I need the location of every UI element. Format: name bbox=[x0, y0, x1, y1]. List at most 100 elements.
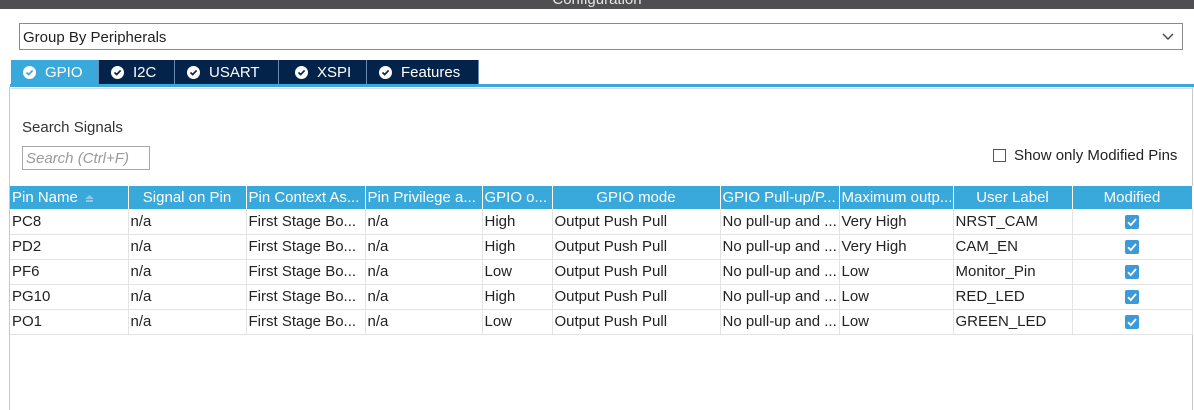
cell-signal: n/a bbox=[128, 209, 247, 235]
cell-modified[interactable] bbox=[1072, 309, 1193, 335]
cell-mode: Output Push Pull bbox=[552, 284, 721, 310]
cell-output: High bbox=[482, 284, 553, 310]
window-title-bar: Configuration bbox=[0, 0, 1194, 9]
cell-privilege: n/a bbox=[365, 234, 483, 260]
column-header-modified[interactable]: Modified bbox=[1072, 186, 1193, 209]
cell-signal: n/a bbox=[128, 284, 247, 310]
cell-signal: n/a bbox=[128, 309, 247, 335]
cell-output: Low bbox=[482, 259, 553, 285]
cell-output: High bbox=[482, 209, 553, 235]
cell-signal: n/a bbox=[128, 234, 247, 260]
panel-border bbox=[9, 88, 1193, 89]
tab-i2c[interactable]: I2C bbox=[99, 60, 175, 85]
table-row[interactable]: PD2 n/a First Stage Bo... n/a High Outpu… bbox=[10, 234, 1193, 260]
column-header-pull[interactable]: GPIO Pull-up/P... bbox=[720, 186, 840, 209]
show-modified-pins-toggle[interactable]: Show only Modified Pins bbox=[993, 147, 1177, 164]
check-circle-icon bbox=[187, 66, 200, 79]
cell-speed: Low bbox=[839, 284, 954, 310]
cell-modified[interactable] bbox=[1072, 259, 1193, 285]
cell-pin: PC8 bbox=[10, 209, 129, 235]
cell-mode: Output Push Pull bbox=[552, 209, 721, 235]
cell-pin: PF6 bbox=[10, 259, 129, 285]
group-by-dropdown[interactable]: Group By Peripherals bbox=[19, 23, 1183, 50]
cell-mode: Output Push Pull bbox=[552, 234, 721, 260]
cell-context: First Stage Bo... bbox=[246, 284, 366, 310]
column-header-max-speed[interactable]: Maximum outp... bbox=[839, 186, 954, 209]
tab-label: XSPI bbox=[317, 64, 352, 81]
show-modified-pins-label: Show only Modified Pins bbox=[1014, 147, 1178, 164]
column-header-gpio-output[interactable]: GPIO o... bbox=[482, 186, 553, 209]
cell-output: High bbox=[482, 234, 553, 260]
chevron-down-icon bbox=[1162, 33, 1174, 40]
tab-usart[interactable]: USART bbox=[175, 60, 279, 85]
check-circle-icon bbox=[111, 66, 124, 79]
search-signals-label: Search Signals bbox=[22, 119, 123, 136]
checkbox-icon[interactable] bbox=[993, 149, 1006, 162]
tab-xspi[interactable]: XSPI bbox=[279, 60, 367, 85]
cell-signal: n/a bbox=[128, 259, 247, 285]
cell-output: Low bbox=[482, 309, 553, 335]
checkbox-checked-icon[interactable] bbox=[1125, 315, 1139, 330]
tab-label: I2C bbox=[133, 64, 157, 81]
cell-pin: PG10 bbox=[10, 284, 129, 310]
cell-label: CAM_EN bbox=[953, 234, 1073, 260]
column-header-context[interactable]: Pin Context As... bbox=[246, 186, 366, 209]
pin-table: Pin Name Signal on Pin Pin Context As...… bbox=[10, 186, 1193, 335]
cell-context: First Stage Bo... bbox=[246, 259, 366, 285]
column-header-signal[interactable]: Signal on Pin bbox=[128, 186, 247, 209]
cell-mode: Output Push Pull bbox=[552, 309, 721, 335]
checkbox-checked-icon[interactable] bbox=[1125, 240, 1139, 255]
table-row[interactable]: PC8 n/a First Stage Bo... n/a High Outpu… bbox=[10, 209, 1193, 235]
cell-label: Monitor_Pin bbox=[953, 259, 1073, 285]
cell-speed: Very High bbox=[839, 234, 954, 260]
cell-label: RED_LED bbox=[953, 284, 1073, 310]
cell-privilege: n/a bbox=[365, 309, 483, 335]
cell-mode: Output Push Pull bbox=[552, 259, 721, 285]
cell-modified[interactable] bbox=[1072, 209, 1193, 235]
cell-privilege: n/a bbox=[365, 284, 483, 310]
cell-context: First Stage Bo... bbox=[246, 209, 366, 235]
tab-label: Features bbox=[401, 64, 461, 81]
tab-features[interactable]: Features bbox=[367, 60, 479, 85]
tab-label: USART bbox=[209, 64, 260, 81]
cell-pull: No pull-up and ... bbox=[720, 309, 840, 335]
check-circle-icon bbox=[379, 66, 392, 79]
search-input[interactable] bbox=[22, 146, 150, 170]
cell-speed: Low bbox=[839, 259, 954, 285]
cell-pull: No pull-up and ... bbox=[720, 284, 840, 310]
check-circle-icon bbox=[295, 66, 308, 79]
cell-label: NRST_CAM bbox=[953, 209, 1073, 235]
column-header-gpio-mode[interactable]: GPIO mode bbox=[552, 186, 721, 209]
cell-modified[interactable] bbox=[1072, 284, 1193, 310]
cell-pin: PD2 bbox=[10, 234, 129, 260]
cell-pull: No pull-up and ... bbox=[720, 234, 840, 260]
tab-label: GPIO bbox=[45, 64, 83, 81]
cell-privilege: n/a bbox=[365, 259, 483, 285]
cell-speed: Very High bbox=[839, 209, 954, 235]
cell-modified[interactable] bbox=[1072, 234, 1193, 260]
column-header-pin-name[interactable]: Pin Name bbox=[10, 186, 129, 209]
cell-label: GREEN_LED bbox=[953, 309, 1073, 335]
group-by-value: Group By Peripherals bbox=[23, 29, 167, 46]
table-header-row: Pin Name Signal on Pin Pin Context As...… bbox=[10, 186, 1193, 209]
tab-underline bbox=[10, 84, 1194, 87]
cell-context: First Stage Bo... bbox=[246, 309, 366, 335]
table-row[interactable]: PG10 n/a First Stage Bo... n/a High Outp… bbox=[10, 284, 1193, 310]
tab-gpio[interactable]: GPIO bbox=[11, 60, 99, 85]
checkbox-checked-icon[interactable] bbox=[1125, 265, 1139, 280]
checkbox-checked-icon[interactable] bbox=[1125, 214, 1139, 229]
table-row[interactable]: PO1 n/a First Stage Bo... n/a Low Output… bbox=[10, 309, 1193, 335]
cell-privilege: n/a bbox=[365, 209, 483, 235]
column-header-user-label[interactable]: User Label bbox=[953, 186, 1073, 209]
cell-context: First Stage Bo... bbox=[246, 234, 366, 260]
cell-speed: Low bbox=[839, 309, 954, 335]
column-header-privilege[interactable]: Pin Privilege a... bbox=[365, 186, 483, 209]
peripheral-tabs: GPIO I2C USART XSPI Features bbox=[11, 60, 479, 85]
cell-pull: No pull-up and ... bbox=[720, 259, 840, 285]
sort-icon bbox=[84, 194, 94, 202]
cell-pin: PO1 bbox=[10, 309, 129, 335]
cell-pull: No pull-up and ... bbox=[720, 209, 840, 235]
checkbox-checked-icon[interactable] bbox=[1125, 290, 1139, 305]
table-row[interactable]: PF6 n/a First Stage Bo... n/a Low Output… bbox=[10, 259, 1193, 285]
window-title: Configuration bbox=[0, 0, 1194, 9]
